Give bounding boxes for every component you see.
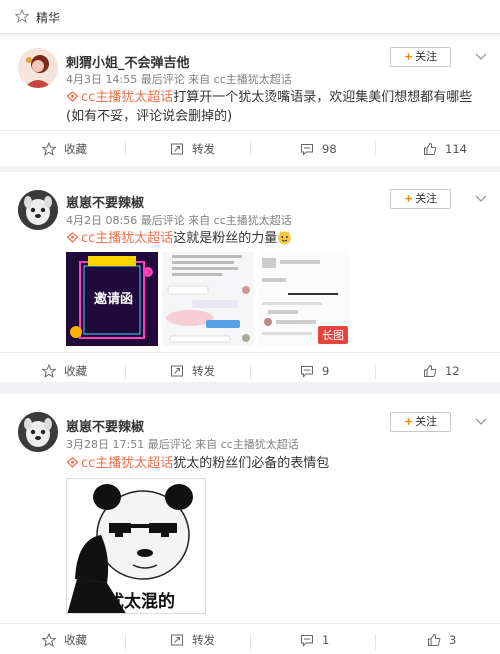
action-bar: 收藏 转发 98 114 (0, 130, 500, 166)
star-icon (42, 142, 56, 156)
favorite-button[interactable]: 收藏 (42, 131, 87, 167)
favorite-button[interactable]: 收藏 (42, 353, 87, 389)
avatar[interactable] (18, 48, 58, 88)
post-content: cc主播犹太超话打算开一个犹太烫嘴语录，欢迎集美们想想都有哪些 (66, 88, 472, 107)
like-button[interactable]: 12 (423, 353, 460, 389)
action-bar: 收藏 转发 9 12 (0, 352, 500, 382)
repost-icon (171, 143, 183, 155)
thumbs-up-icon (428, 633, 441, 646)
comment-button[interactable]: 9 (300, 353, 329, 389)
post-text-line1: 这就是粉丝的力量 (173, 231, 278, 246)
top-bar: 精华 (0, 0, 500, 34)
supertopic-icon (66, 457, 79, 468)
meme-caption: 我和犹太混的 (73, 592, 175, 612)
comment-icon (301, 366, 313, 378)
post-image[interactable]: 邀请函 (66, 252, 158, 346)
supertopic-icon (66, 91, 79, 102)
avatar[interactable] (18, 412, 58, 452)
image-text: 邀请函 (94, 292, 134, 307)
post-meta: 4月2日 08:56 最后评论 来自 cc主播犹太超话 (66, 214, 292, 227)
username[interactable]: 刺猬小姐_不会弹吉他 (66, 52, 190, 71)
chevron-down-icon[interactable] (474, 417, 488, 427)
emoji-icon (278, 231, 292, 245)
comment-button[interactable]: 1 (300, 624, 329, 654)
featured-label[interactable]: 精华 (36, 9, 60, 26)
repost-icon (171, 634, 183, 645)
like-button[interactable]: 114 (423, 131, 467, 167)
supertopic-icon (66, 232, 79, 243)
chevron-down-icon[interactable] (474, 194, 488, 204)
action-bar: 收藏 转发 1 3 (0, 623, 500, 654)
thumbs-up-icon (424, 364, 437, 377)
post-card: 崽崽不要辣椒 3月28日 17:51 最后评论 来自 cc主播犹太超话 + 关注 … (0, 394, 500, 654)
chevron-down-icon[interactable] (474, 52, 488, 62)
topic-link[interactable]: cc主播犹太超话 (66, 90, 173, 105)
post-card: 崽崽不要辣椒 4月2日 08:56 最后评论 来自 cc主播犹太超话 + 关注 c… (0, 172, 500, 382)
post-content: cc主播犹太超话这就是粉丝的力量 (66, 229, 292, 248)
thumbs-up-icon (424, 142, 437, 155)
username[interactable]: 崽崽不要辣椒 (66, 416, 144, 435)
username[interactable]: 崽崽不要辣椒 (66, 192, 144, 211)
topic-link[interactable]: cc主播犹太超话 (66, 231, 173, 246)
star-icon (42, 364, 56, 378)
post-image[interactable]: 长图 (258, 252, 350, 346)
like-button[interactable]: 3 (427, 624, 456, 654)
comment-button[interactable]: 98 (300, 131, 337, 167)
comment-icon (301, 634, 313, 647)
repost-icon (171, 365, 183, 377)
post-image[interactable] (162, 252, 254, 346)
follow-button[interactable]: + 关注 (390, 47, 451, 67)
favorite-button[interactable]: 收藏 (42, 624, 87, 654)
post-text-line1: 犹太的粉丝们必备的表情包 (173, 456, 330, 471)
comment-icon (301, 144, 313, 156)
avatar[interactable] (18, 190, 58, 230)
follow-button[interactable]: + 关注 (390, 412, 451, 432)
star-icon (42, 632, 56, 647)
star-icon (15, 9, 29, 23)
post-meta: 4月3日 14:55 最后评论 来自 cc主播犹太超话 (66, 73, 292, 86)
long-image-badge: 长图 (318, 326, 348, 344)
post-card: 刺猬小姐_不会弹吉他 4月3日 14:55 最后评论 来自 cc主播犹太超话 +… (0, 36, 500, 166)
repost-button[interactable]: 转发 (170, 131, 215, 167)
repost-button[interactable]: 转发 (170, 353, 215, 389)
post-text-line1: 打算开一个犹太烫嘴语录，欢迎集美们想想都有哪些 (173, 90, 473, 105)
post-content: cc主播犹太超话犹太的粉丝们必备的表情包 (66, 454, 329, 473)
follow-button[interactable]: + 关注 (390, 189, 451, 209)
topic-link[interactable]: cc主播犹太超话 (66, 456, 173, 471)
post-meta: 3月28日 17:51 最后评论 来自 cc主播犹太超话 (66, 438, 299, 451)
repost-button[interactable]: 转发 (170, 624, 215, 654)
post-text-line2: (如有不妥，评论说会删掉的) (66, 109, 233, 124)
meme-image[interactable]: 我和犹太混的 (66, 478, 206, 614)
